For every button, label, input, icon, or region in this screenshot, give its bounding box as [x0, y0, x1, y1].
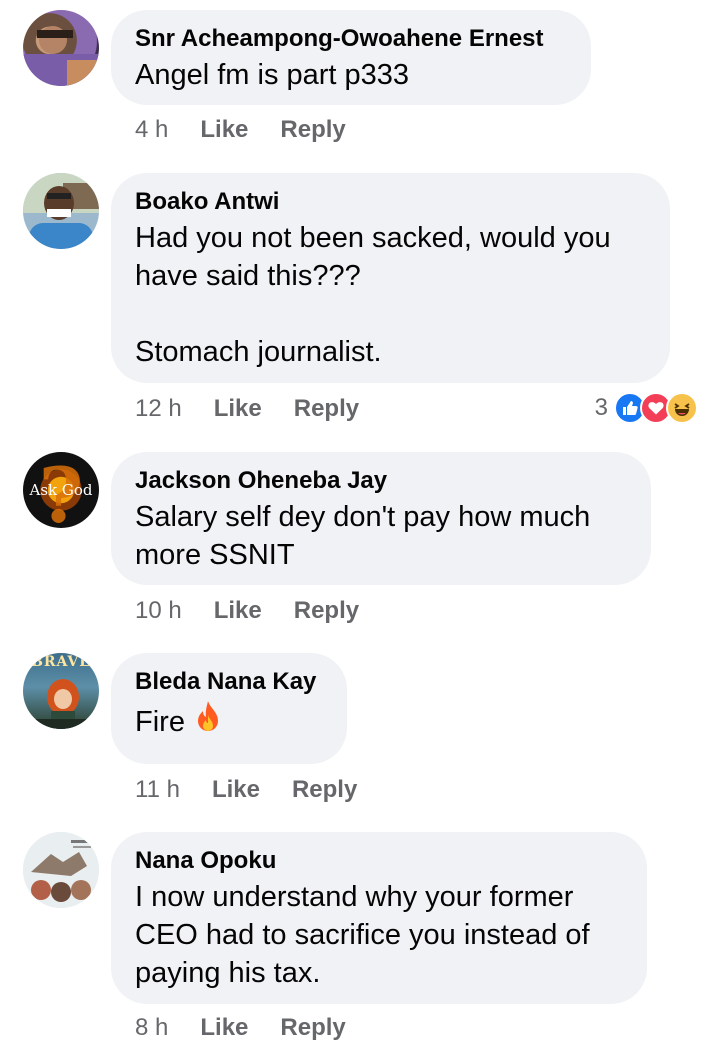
- comment-bubble: Snr Acheampong-Owoahene Ernest Angel fm …: [111, 10, 591, 105]
- avatar[interactable]: ? Ask God: [23, 452, 99, 528]
- fire-icon: [191, 699, 225, 745]
- reply-button[interactable]: Reply: [280, 116, 345, 144]
- comment-bubble: Jackson Oheneba Jay Salary self dey don'…: [111, 452, 651, 585]
- reply-button[interactable]: Reply: [292, 776, 357, 804]
- reply-button[interactable]: Reply: [280, 1014, 345, 1042]
- reaction-summary[interactable]: 3: [595, 391, 698, 425]
- reply-button[interactable]: Reply: [294, 597, 359, 625]
- comment-text: Fire: [135, 699, 323, 745]
- comment-timestamp[interactable]: 12 h: [135, 395, 182, 423]
- comment-actions: 8 h Like Reply: [135, 1013, 378, 1043]
- like-button[interactable]: Like: [214, 395, 262, 423]
- comment-bubble: Boako Antwi Had you not been sacked, wou…: [111, 173, 670, 383]
- comment-author[interactable]: Boako Antwi: [135, 187, 646, 217]
- reply-button[interactable]: Reply: [294, 395, 359, 423]
- comment-text: Salary self dey don't pay how much more …: [135, 501, 591, 571]
- avatar-photo: [23, 832, 99, 908]
- comment-actions: 11 h Like Reply: [135, 775, 389, 805]
- comment-actions: 4 h Like Reply: [135, 115, 378, 145]
- comment-timestamp[interactable]: 11 h: [135, 776, 180, 804]
- comment-timestamp[interactable]: 8 h: [135, 1014, 168, 1042]
- like-button[interactable]: Like: [214, 597, 262, 625]
- avatar-photo: [23, 173, 99, 249]
- comment-timestamp[interactable]: 10 h: [135, 597, 182, 625]
- avatar-label: BRAVE: [31, 654, 91, 670]
- comment-author[interactable]: Nana Opoku: [135, 846, 623, 876]
- comment-author[interactable]: Jackson Oheneba Jay: [135, 466, 627, 496]
- comment-text: Angel fm is part p333: [135, 59, 410, 91]
- avatar[interactable]: BRAVE: [23, 653, 99, 729]
- comment-bubble: Nana Opoku I now understand why your for…: [111, 832, 647, 1004]
- comment-author[interactable]: Bleda Nana Kay: [135, 667, 323, 697]
- avatar-photo: [23, 26, 99, 86]
- comment-bubble: Bleda Nana Kay Fire: [111, 653, 347, 764]
- like-button[interactable]: Like: [212, 776, 260, 804]
- comment-text: I now understand why your former CEO had…: [135, 881, 590, 989]
- comment-author[interactable]: Snr Acheampong-Owoahene Ernest: [135, 24, 567, 54]
- like-button[interactable]: Like: [200, 116, 248, 144]
- avatar-label: Ask God: [29, 481, 93, 499]
- comment-actions: 10 h Like Reply: [135, 596, 391, 626]
- avatar[interactable]: [23, 832, 99, 908]
- avatar[interactable]: [23, 173, 99, 249]
- like-button[interactable]: Like: [200, 1014, 248, 1042]
- haha-icon: [666, 392, 698, 424]
- avatar[interactable]: [23, 10, 99, 86]
- comment-text-value: Fire: [135, 706, 185, 738]
- comment-text: Had you not been sacked, would you have …: [135, 222, 611, 368]
- reaction-count: 3: [594, 394, 608, 421]
- comment-timestamp[interactable]: 4 h: [135, 116, 168, 144]
- comment-actions: 12 h Like Reply: [135, 394, 391, 424]
